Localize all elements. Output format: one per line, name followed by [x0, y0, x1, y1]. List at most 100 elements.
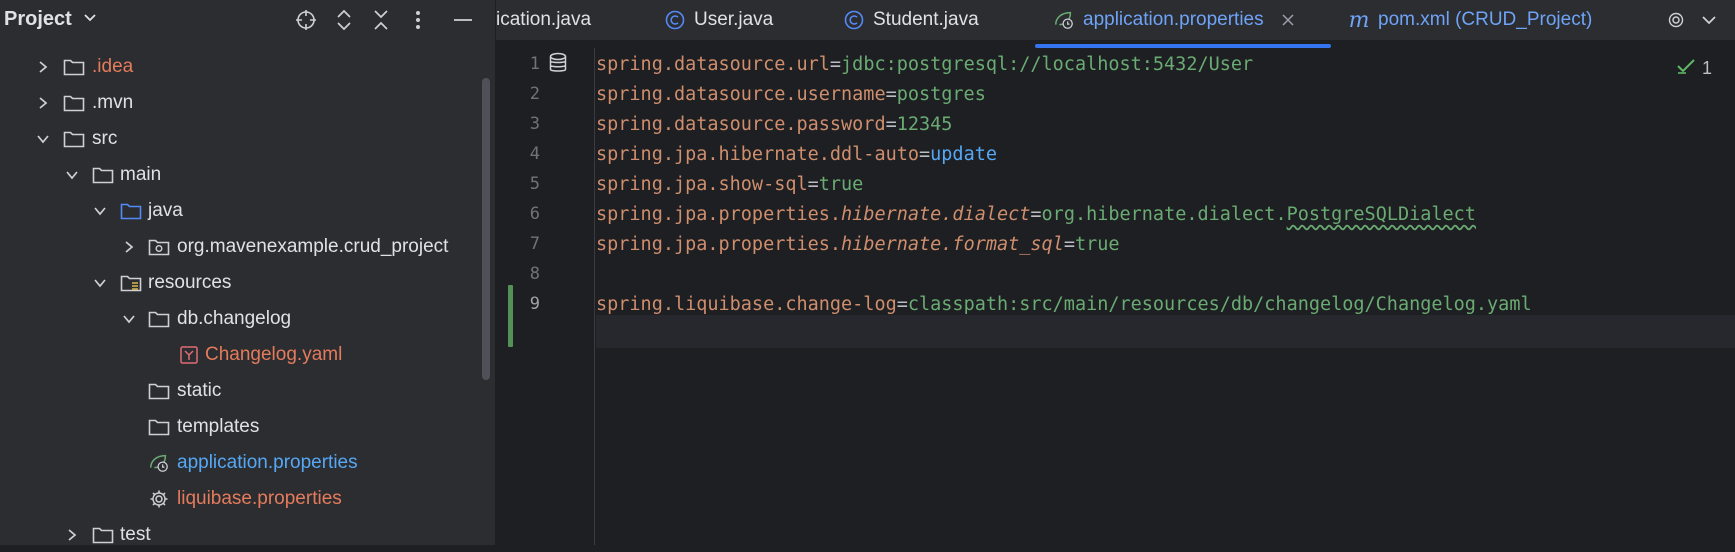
- tree-item-test[interactable]: test: [0, 518, 480, 552]
- code-line-1: spring.datasource.url=jdbc:postgresql://…: [596, 54, 1254, 75]
- chevron-down-icon[interactable]: [93, 204, 107, 218]
- tab-label: Student.java: [873, 9, 979, 30]
- code-editor[interactable]: spring.datasource.url=jdbc:postgresql://…: [596, 48, 1735, 545]
- tree-item-main[interactable]: main: [0, 158, 480, 192]
- line-number: 5: [529, 174, 540, 194]
- database-icon[interactable]: [548, 52, 568, 79]
- tree-item-label: resources: [148, 272, 232, 293]
- line-number: 1: [529, 54, 540, 74]
- line-number: 2: [529, 84, 540, 104]
- tab-student-java[interactable]: Student.java: [843, 0, 979, 40]
- chevron-down-icon[interactable]: [65, 168, 79, 182]
- tree-item-static[interactable]: static: [0, 374, 480, 408]
- line-number: 9: [529, 294, 540, 314]
- folder-icon: [92, 165, 114, 185]
- code-line-9: spring.liquibase.change-log=classpath:sr…: [596, 294, 1532, 315]
- tree-item-label: main: [120, 164, 162, 185]
- inspection-count: 1: [1702, 58, 1713, 78]
- vcs-modified-marker[interactable]: [508, 285, 513, 347]
- chevron-right-icon[interactable]: [122, 240, 136, 254]
- tab-label: ication.java: [496, 9, 592, 30]
- code-line-3: spring.datasource.password=12345: [596, 114, 953, 135]
- tab-application-properties[interactable]: application.properties: [1053, 0, 1294, 40]
- folder-icon: [148, 417, 170, 437]
- tree-item-src[interactable]: src: [0, 122, 480, 156]
- code-line-6: spring.jpa.properties.hibernate.dialect=…: [596, 204, 1476, 225]
- maven-icon: m: [1348, 7, 1370, 33]
- check-icon: [1676, 58, 1696, 79]
- sidebar-scrollbar[interactable]: [482, 78, 490, 380]
- tree-item-label: static: [177, 380, 222, 401]
- tree-item-label: db.changelog: [177, 308, 292, 329]
- chevron-down-icon[interactable]: [83, 10, 97, 29]
- line-number: 3: [529, 114, 540, 134]
- tree-item-label: org.mavenexample.crud_project: [177, 236, 449, 257]
- tree-item-label: .mvn: [92, 92, 134, 113]
- project-header: Project: [0, 0, 495, 40]
- tree-item-label: java: [148, 200, 183, 221]
- folder-icon: [63, 129, 85, 149]
- tree-item-label: Changelog.yaml: [205, 344, 343, 365]
- tree-item-resources[interactable]: resources: [0, 266, 480, 300]
- folder-icon: [63, 93, 85, 113]
- tree-item-idea[interactable]: .idea: [0, 50, 480, 84]
- source-folder-icon: [120, 201, 142, 221]
- spring-properties-icon: [148, 453, 170, 473]
- line-number: 8: [529, 264, 540, 284]
- resources-folder-icon: [120, 273, 142, 293]
- settings-icon[interactable]: [1666, 0, 1686, 40]
- chevron-right-icon[interactable]: [36, 60, 50, 74]
- tab-user-java[interactable]: User.java: [664, 0, 773, 40]
- spring-properties-icon: [1053, 9, 1075, 31]
- tree-item-changelog-yaml[interactable]: Changelog.yaml: [0, 338, 480, 372]
- expand-all-icon[interactable]: [331, 8, 357, 32]
- yaml-file-icon: [178, 345, 200, 365]
- line-number: 7: [529, 234, 540, 254]
- line-number: 6: [529, 204, 540, 224]
- tab-label: pom.xml (CRUD_Project): [1378, 9, 1593, 30]
- tree-item-db-changelog[interactable]: db.changelog: [0, 302, 480, 336]
- tree-item-application-properties[interactable]: application.properties: [0, 446, 480, 480]
- tree-item-liquibase-properties[interactable]: liquibase.properties: [0, 482, 480, 516]
- tree-item-label: liquibase.properties: [177, 488, 342, 509]
- chevron-down-icon[interactable]: [36, 132, 50, 146]
- folder-icon: [63, 57, 85, 77]
- inspection-widget[interactable]: 1: [1676, 58, 1712, 79]
- package-icon: [148, 237, 170, 257]
- java-class-icon: [664, 9, 686, 31]
- tree-item-label: src: [92, 128, 118, 149]
- chevron-down-icon[interactable]: [122, 312, 136, 326]
- java-class-icon: [843, 9, 865, 31]
- code-line-5: spring.jpa.show-sql=true: [596, 174, 864, 195]
- tree-item-package[interactable]: org.mavenexample.crud_project: [0, 230, 480, 264]
- folder-icon: [92, 525, 114, 545]
- gear-icon: [148, 489, 170, 509]
- minimize-icon[interactable]: [450, 8, 476, 32]
- tab-label: application.properties: [1083, 9, 1264, 30]
- collapse-all-icon[interactable]: [368, 8, 394, 32]
- tree-item-mvn[interactable]: .mvn: [0, 86, 480, 120]
- code-line-4: spring.jpa.hibernate.ddl-auto=update: [596, 144, 997, 165]
- tree-item-label: .idea: [92, 56, 134, 77]
- tree-item-label: templates: [177, 416, 260, 437]
- project-title[interactable]: Project: [4, 8, 72, 31]
- code-line-7: spring.jpa.properties.hibernate.format_s…: [596, 234, 1120, 255]
- tree-item-templates[interactable]: templates: [0, 410, 480, 444]
- folder-icon: [148, 381, 170, 401]
- editor-tab-bar: ication.java User.java Student.java appl…: [496, 0, 1735, 41]
- tab-label: User.java: [694, 9, 774, 30]
- folder-icon: [148, 309, 170, 329]
- chevron-right-icon[interactable]: [36, 96, 50, 110]
- tree-item-label: test: [120, 524, 151, 545]
- tab-pom-xml[interactable]: m pom.xml (CRUD_Project): [1348, 0, 1593, 40]
- chevron-right-icon[interactable]: [65, 528, 79, 542]
- tree-item-java[interactable]: java: [0, 194, 480, 228]
- locate-icon[interactable]: [293, 8, 319, 32]
- chevron-down-icon[interactable]: [93, 276, 107, 290]
- tab-application-java[interactable]: ication.java: [496, 0, 591, 40]
- line-number: 4: [529, 144, 540, 164]
- more-options-icon[interactable]: [405, 8, 431, 32]
- close-icon[interactable]: [1282, 14, 1294, 26]
- tab-list-chevron-icon[interactable]: [1701, 0, 1717, 40]
- code-line-2: spring.datasource.username=postgres: [596, 84, 986, 105]
